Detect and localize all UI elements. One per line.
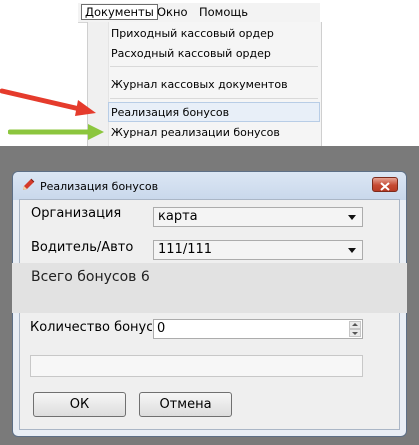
menubar: Документы Окно Помощь xyxy=(78,3,320,23)
menu-item-income-order[interactable]: Приходный кассовый ордер xyxy=(111,27,274,41)
menu-separator xyxy=(110,98,318,99)
close-button[interactable] xyxy=(372,177,398,192)
menu-item-cash-journal[interactable]: Журнал кассовых документов xyxy=(111,78,288,92)
spin-up-icon[interactable] xyxy=(349,321,361,329)
close-icon xyxy=(380,182,390,191)
dialog-titlebar[interactable]: Реализация бонусов xyxy=(13,172,406,200)
driver-label: Водитель/Авто xyxy=(31,240,134,255)
menu-screenshot: Документы Окно Помощь Приходный кассовый… xyxy=(0,0,419,146)
red-arrow-icon xyxy=(0,88,96,116)
driver-value: 111/111 xyxy=(158,242,213,257)
progress-bar xyxy=(30,355,363,377)
pencil-icon xyxy=(23,178,35,190)
spin-arrows[interactable] xyxy=(349,321,361,337)
menu-separator xyxy=(110,66,318,67)
menu-item-bonus-sale[interactable]: Реализация бонусов xyxy=(111,106,229,120)
spin-down-icon[interactable] xyxy=(349,329,361,337)
quantity-label: Количество бонусов xyxy=(30,320,152,335)
chevron-down-icon xyxy=(348,248,356,253)
driver-select[interactable]: 111/111 xyxy=(153,240,363,260)
organization-label: Организация xyxy=(31,206,122,221)
menu-documents[interactable]: Документы xyxy=(81,4,158,20)
chevron-down-icon xyxy=(348,215,356,220)
menu-item-expense-order[interactable]: Расходный кассовый ордер xyxy=(111,47,271,61)
organization-select[interactable]: карта xyxy=(153,207,363,227)
cancel-button[interactable]: Отмена xyxy=(139,392,232,417)
quantity-value: 0 xyxy=(157,321,166,336)
quantity-stepper[interactable]: 0 xyxy=(153,319,363,339)
ok-button[interactable]: ОК xyxy=(33,392,126,417)
total-bonus-text: Всего бонусов 6 xyxy=(31,269,150,285)
menu-window[interactable]: Окно xyxy=(157,5,188,19)
menu-item-bonus-journal[interactable]: Журнал реализации бонусов xyxy=(111,126,280,140)
menu-help[interactable]: Помощь xyxy=(199,5,248,19)
documents-dropdown: Приходный кассовый ордер Расходный кассо… xyxy=(87,22,322,146)
green-arrow-icon xyxy=(8,124,104,140)
dialog-title: Реализация бонусов xyxy=(40,180,159,193)
organization-value: карта xyxy=(158,209,198,224)
